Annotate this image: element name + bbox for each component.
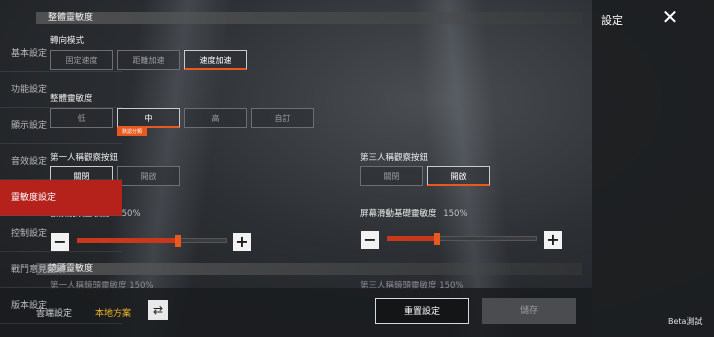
sensitivity-custom-button[interactable]: 自訂 — [251, 108, 314, 128]
screen-sensitivity-label: 屏幕滑動基礎靈敏度 150% — [360, 207, 468, 219]
screen-sensitivity-thumb[interactable] — [434, 233, 440, 245]
sensitivity-high-button[interactable]: 高 — [184, 108, 247, 128]
tpp-watch-on-button[interactable]: 開啟 — [427, 166, 490, 186]
sensitivity-medium-button[interactable]: 中 — [117, 108, 180, 128]
screen-sensitivity-fill — [387, 236, 437, 241]
sidebar-item-function[interactable]: 功能設定 — [0, 72, 122, 108]
turn-mode-distance-button[interactable]: 距離加速 — [117, 50, 180, 70]
settings-sidebar — [592, 0, 714, 337]
sidebar-item-basic[interactable]: 基本設定 — [0, 36, 122, 72]
sidebar-title: 設定 — [601, 14, 623, 27]
sidebar-item-audio[interactable]: 音效設定 — [0, 144, 122, 180]
sidebar-item-version[interactable]: 版本設定 — [0, 288, 122, 324]
tpp-watch-label: 第三人稱觀察按鈕 — [360, 153, 429, 163]
camera-sensitivity-increase-button[interactable]: + — [233, 233, 251, 251]
screen-sensitivity-increase-button[interactable]: + — [544, 231, 562, 249]
tpp-watch-off-button[interactable]: 關閉 — [360, 166, 423, 186]
sidebar-item-sensitivity[interactable]: 靈敏度設定 — [0, 180, 122, 216]
save-button[interactable]: 儲存 — [482, 298, 576, 324]
sidebar-item-feedback[interactable]: 戰鬥意見回饋 — [0, 252, 122, 288]
switch-plan-icon[interactable]: ⇄ — [148, 300, 168, 320]
section-header-overall: 整體靈敏度 — [36, 12, 582, 24]
sidebar-item-display[interactable]: 顯示設定 — [0, 108, 122, 144]
camera-sensitivity-thumb[interactable] — [175, 235, 181, 247]
screen-sensitivity-name: 屏幕滑動基礎靈敏度 — [360, 209, 437, 219]
turn-mode-speed-button[interactable]: 速度加速 — [184, 50, 247, 70]
sidebar-item-controls[interactable]: 控制設定 — [0, 216, 122, 252]
screen-sensitivity-decrease-button[interactable]: − — [361, 231, 379, 249]
section-title: 整體靈敏度 — [48, 13, 94, 23]
fpp-watch-on-button[interactable]: 開啟 — [117, 166, 180, 186]
close-icon[interactable]: ✕ — [659, 6, 681, 28]
screen-sensitivity-value: 150% — [443, 209, 468, 219]
beta-badge: Beta測試 — [668, 317, 703, 326]
reset-settings-button[interactable]: 重置設定 — [375, 298, 469, 324]
